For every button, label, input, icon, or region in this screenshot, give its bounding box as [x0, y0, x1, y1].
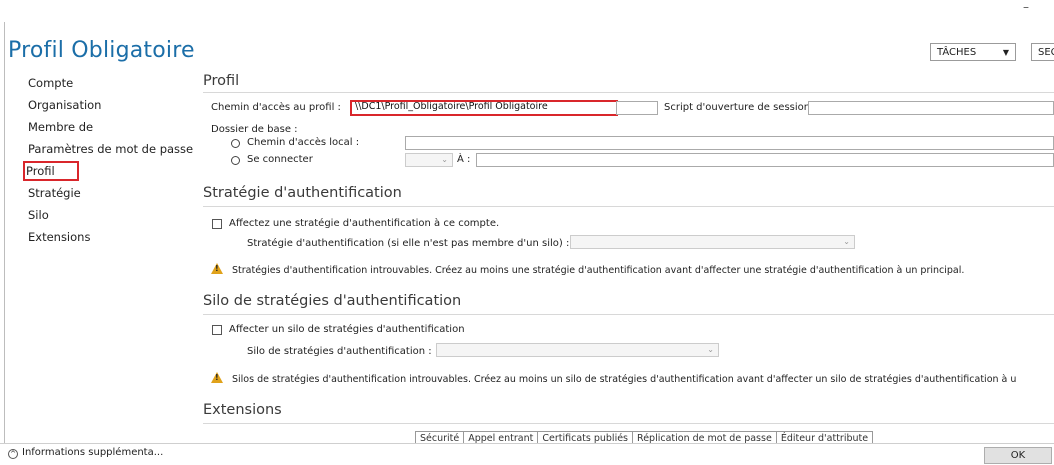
policy-select[interactable]: ⌄ [570, 235, 855, 249]
connect-label: Se connecter [247, 154, 313, 165]
section-divider [203, 206, 1054, 207]
logon-script-label: Script d'ouverture de session [664, 102, 811, 113]
profile-path-input-extension[interactable] [616, 101, 658, 115]
policy-select-label: Stratégie d'authentification (si elle n'… [247, 238, 570, 249]
section-divider [203, 423, 1054, 424]
drive-letter-select[interactable]: ⌄ [405, 153, 453, 167]
chevron-down-icon: ▼ [1002, 48, 1009, 57]
silo-warning-text: Silos de stratégies d'authentification i… [232, 374, 1017, 385]
profile-path-input[interactable]: \\DC1\Profil_Obligatoire\Profil Obligato… [350, 100, 618, 116]
assign-policy-checkbox[interactable] [212, 219, 222, 229]
silo-select-label: Silo de stratégies d'authentification : [247, 346, 432, 357]
warning-icon: ! [211, 263, 223, 274]
sidebar-item-extensions[interactable]: Extensions [28, 226, 198, 248]
logon-script-input[interactable] [808, 101, 1054, 115]
chevron-up-icon: ^ [8, 449, 18, 459]
auth-policy-section-title: Stratégie d'authentification [203, 185, 402, 201]
sidebar-item-compte[interactable]: Compte [28, 72, 198, 94]
local-path-label: Chemin d'accès local : [247, 137, 360, 148]
assign-silo-label: Affecter un silo de stratégies d'authent… [229, 324, 465, 335]
sidebar-item-silo[interactable]: Silo [28, 204, 198, 226]
page-title: Profil Obligatoire [8, 38, 195, 63]
connect-path-input[interactable] [476, 153, 1054, 167]
window-left-border [4, 22, 5, 464]
section-divider [203, 314, 1054, 315]
chevron-down-icon: ⌄ [843, 237, 850, 246]
sections-label: SEC [1038, 47, 1054, 58]
local-path-radio[interactable] [231, 139, 240, 148]
profil-section-title: Profil [203, 73, 240, 89]
sidebar-item-strategie[interactable]: Stratégie [28, 182, 198, 204]
more-info-label: Informations supplémenta... [22, 447, 164, 458]
assign-policy-label: Affectez une stratégie d'authentificatio… [229, 218, 500, 229]
connect-radio[interactable] [231, 156, 240, 165]
warning-icon: ! [211, 372, 223, 383]
to-label: À : [457, 154, 471, 165]
policy-warning-text: Stratégies d'authentification introuvabl… [232, 265, 965, 276]
sidebar-item-profil[interactable]: Profil [23, 161, 79, 181]
profile-path-label: Chemin d'accès au profil : [211, 102, 341, 113]
section-divider [203, 92, 1054, 93]
chevron-down-icon: ⌄ [707, 345, 714, 354]
tasks-label: TÂCHES [937, 47, 977, 58]
chevron-down-icon: ⌄ [441, 155, 448, 164]
sidebar-item-organisation[interactable]: Organisation [28, 94, 198, 116]
extensions-section-title: Extensions [203, 402, 282, 418]
home-folder-label: Dossier de base : [211, 124, 298, 135]
tasks-button[interactable]: TÂCHES ▼ [930, 43, 1016, 61]
auth-silo-section-title: Silo de stratégies d'authentification [203, 293, 462, 309]
sidebar-item-parametres-mot-de-passe[interactable]: Paramètres de mot de passe [28, 138, 198, 160]
sidebar-nav: Compte Organisation Membre de Paramètres… [23, 72, 198, 248]
ok-button[interactable]: OK [984, 447, 1052, 464]
local-path-input[interactable] [405, 136, 1054, 150]
more-info-toggle[interactable]: ^ Informations supplémenta... [8, 447, 163, 459]
sections-button[interactable]: SEC [1031, 43, 1054, 61]
assign-silo-checkbox[interactable] [212, 325, 222, 335]
sidebar-item-membre-de[interactable]: Membre de [28, 116, 198, 138]
silo-select[interactable]: ⌄ [436, 343, 719, 357]
minimize-button[interactable]: – [1016, 0, 1036, 14]
